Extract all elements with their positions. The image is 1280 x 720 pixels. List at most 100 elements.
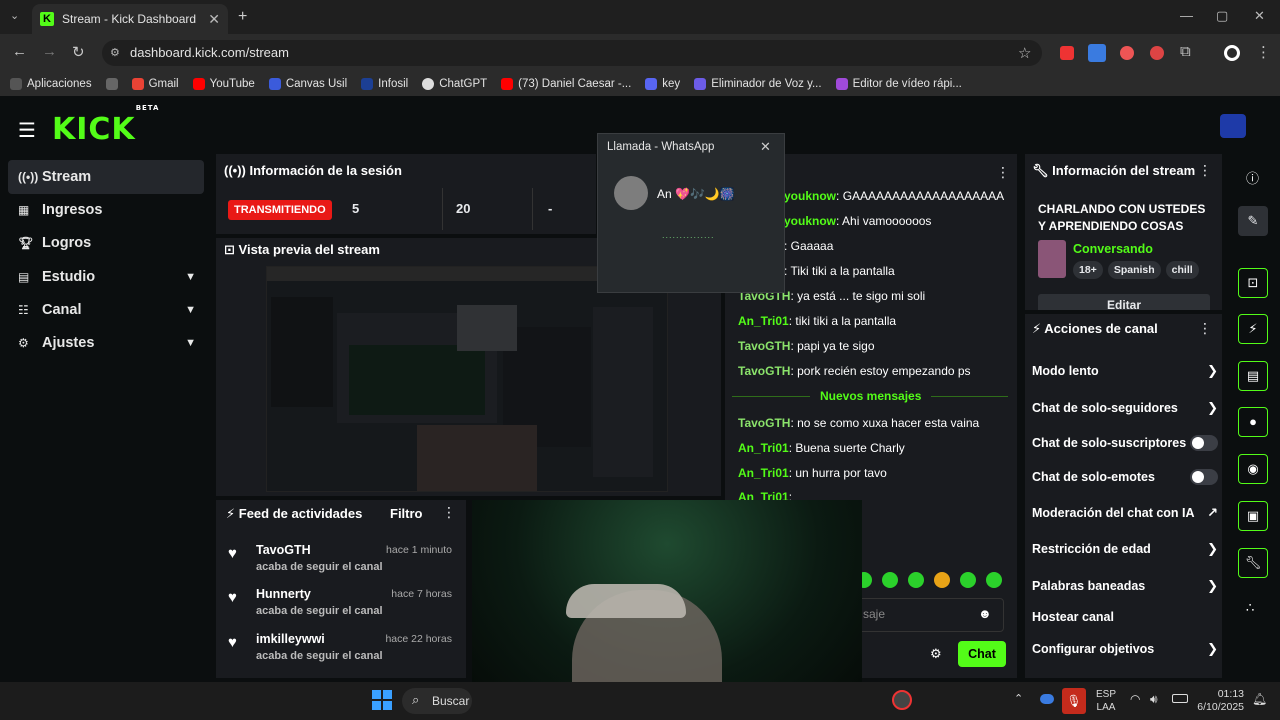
- send-chat-button[interactable]: Chat: [958, 641, 1006, 667]
- wifi-icon[interactable]: ◠: [1130, 692, 1140, 706]
- forward-icon[interactable]: →: [42, 43, 57, 60]
- action-banned-words[interactable]: Palabras baneadas ❯: [1032, 578, 1218, 594]
- heart-icon: ♥: [228, 589, 237, 606]
- browser-tab[interactable]: K Stream - Kick Dashboard ✕: [32, 4, 228, 34]
- edit-stream-button[interactable]: Editar: [1038, 294, 1210, 310]
- flash-icon[interactable]: ⚡︎: [1238, 314, 1268, 344]
- sidebar-item-stream[interactable]: ((•)) Stream: [8, 160, 204, 194]
- infosil-icon: [361, 78, 374, 90]
- emotes-only-toggle[interactable]: [1190, 469, 1218, 485]
- reload-icon[interactable]: ↻: [72, 43, 85, 61]
- action-set-goals[interactable]: Configurar objetivos ❯: [1032, 641, 1218, 657]
- chat-message: youknow: Ahi vamoooooos: [784, 214, 932, 228]
- hamburger-menu-icon[interactable]: ☰: [18, 118, 36, 143]
- bookmarks-bar: Aplicaciones Gmail YouTube Canvas Usil I…: [0, 72, 1280, 96]
- action-slow-mode[interactable]: Modo lento ❯: [1032, 363, 1218, 379]
- category-thumbnail: [1038, 240, 1066, 278]
- broadcast-icon: ((•)): [224, 163, 246, 178]
- back-icon[interactable]: ←: [12, 43, 27, 60]
- action-age-restriction[interactable]: Restricción de edad ❯: [1032, 541, 1218, 557]
- sidebar-item-logros[interactable]: 🏆︎ Logros: [8, 226, 204, 260]
- sidebar-item-canal[interactable]: ☷ Canal ▼: [8, 293, 204, 327]
- stream-info-more-icon[interactable]: ⋮: [1198, 162, 1212, 179]
- bookmark-gmail[interactable]: Gmail: [131, 78, 179, 90]
- chat-more-icon[interactable]: ⋮: [996, 164, 1010, 181]
- user-avatar[interactable]: [1220, 114, 1246, 138]
- close-tab-icon[interactable]: ✕: [208, 11, 220, 28]
- extension-red-icon[interactable]: [1060, 46, 1074, 60]
- emote-icon[interactable]: [934, 572, 950, 588]
- clock[interactable]: 01:13 6/10/2025: [1196, 688, 1244, 714]
- profile-avatar-icon[interactable]: [1224, 45, 1240, 61]
- emote-icon[interactable]: [960, 572, 976, 588]
- broadcast-icon[interactable]: ◉: [1238, 454, 1268, 484]
- extensions-dots-icon[interactable]: ∴: [1246, 600, 1254, 616]
- stream-preview-title: ⊡ Vista previa del stream: [224, 242, 380, 257]
- bookmark-infosil[interactable]: Infosil: [361, 78, 408, 90]
- bookmark-youtube[interactable]: YouTube: [192, 78, 255, 90]
- extensions-puzzle-icon[interactable]: ⧉: [1180, 43, 1191, 60]
- notifications-bell-icon[interactable]: 🔔︎: [1252, 692, 1267, 706]
- emote-icon[interactable]: [986, 572, 1002, 588]
- subscribers-only-toggle[interactable]: [1190, 435, 1218, 451]
- notes-icon[interactable]: ▤: [1238, 361, 1268, 391]
- subs-stat: -: [548, 201, 553, 216]
- bookmark-aplicaciones[interactable]: Aplicaciones: [10, 78, 92, 90]
- stream-preview-video[interactable]: [266, 266, 669, 492]
- chat-bubble-icon[interactable]: ●: [1238, 407, 1268, 437]
- kick-logo[interactable]: KICKBETA: [52, 104, 159, 147]
- bookmark-key[interactable]: key: [645, 78, 680, 90]
- external-link-icon: ↗: [1207, 505, 1218, 520]
- bookmark-grid[interactable]: [105, 78, 118, 90]
- edit-pencil-icon[interactable]: ✎: [1238, 206, 1268, 236]
- onedrive-icon[interactable]: [1040, 694, 1054, 704]
- taskbar-app-icon[interactable]: [892, 690, 912, 710]
- chat-message: TavoGTH: pork recién estoy empezando ps: [738, 364, 971, 378]
- close-icon[interactable]: ✕: [760, 139, 771, 155]
- bookmark-chatgpt[interactable]: ChatGPT: [422, 78, 487, 90]
- minimize-icon[interactable]: —: [1180, 8, 1193, 23]
- layout-icon[interactable]: ▣: [1238, 501, 1268, 531]
- sidebar-item-estudio[interactable]: ▤ Estudio ▼: [8, 260, 204, 294]
- maximize-icon[interactable]: ▢: [1216, 8, 1228, 24]
- sidebar-item-ingresos[interactable]: ▦ Ingresos: [8, 193, 204, 227]
- emote-icon[interactable]: [882, 572, 898, 588]
- emoji-picker-icon[interactable]: ☻: [978, 606, 992, 621]
- bookmark-canvas[interactable]: Canvas Usil: [268, 78, 347, 90]
- bookmark-star-icon[interactable]: ☆: [1018, 44, 1031, 62]
- volume-icon[interactable]: 🔊︎: [1150, 692, 1158, 707]
- category-name[interactable]: Conversando: [1073, 242, 1153, 256]
- bookmark-video-editor[interactable]: Editor de vídeo rápi...: [835, 78, 962, 90]
- extension-record-icon[interactable]: [1150, 46, 1164, 60]
- channel-actions-more-icon[interactable]: ⋮: [1198, 320, 1212, 337]
- chat-settings-icon[interactable]: ⚙: [930, 646, 942, 662]
- address-bar[interactable]: dashboard.kick.com/stream: [102, 40, 1042, 66]
- apps-grid-icon: [10, 78, 22, 90]
- input-language[interactable]: ESP LAA: [1096, 688, 1116, 714]
- bookmark-voice-remover[interactable]: Eliminador de Voz y...: [694, 78, 822, 90]
- sidebar-item-ajustes[interactable]: ⚙ Ajustes ▼: [8, 326, 204, 360]
- new-tab-icon[interactable]: +: [238, 8, 247, 26]
- tray-chevron-icon[interactable]: ⌃: [1014, 692, 1023, 705]
- site-info-icon[interactable]: ⚙: [110, 46, 120, 59]
- action-ai-moderation[interactable]: Moderación del chat con IA ↗: [1032, 505, 1218, 521]
- chevron-right-icon: ❯: [1207, 363, 1218, 378]
- microphone-icon[interactable]: 🎙︎: [1062, 688, 1086, 714]
- extension-off-icon[interactable]: [1088, 44, 1106, 62]
- feed-more-icon[interactable]: ⋮: [442, 504, 456, 521]
- browser-menu-icon[interactable]: ⋮: [1256, 43, 1271, 61]
- windows-start-icon[interactable]: [372, 690, 392, 710]
- wrench-icon[interactable]: 🔧︎: [1238, 548, 1268, 578]
- info-icon[interactable]: ⓘ: [1246, 168, 1259, 187]
- action-host-channel[interactable]: Hostear canal: [1032, 610, 1218, 624]
- bookmark-daniel-caesar[interactable]: (73) Daniel Caesar -...: [501, 78, 631, 90]
- whatsapp-window-title: Llamada - WhatsApp: [607, 141, 715, 153]
- extension-fire-icon[interactable]: [1120, 46, 1134, 60]
- feed-filter-button[interactable]: Filtro: [390, 506, 423, 521]
- action-followers-only[interactable]: Chat de solo-seguidores ❯: [1032, 400, 1218, 416]
- emote-icon[interactable]: [908, 572, 924, 588]
- close-window-icon[interactable]: ✕: [1254, 8, 1265, 24]
- tab-list-icon[interactable]: ⌄: [10, 9, 19, 22]
- battery-icon[interactable]: [1172, 694, 1188, 703]
- raid-icon[interactable]: ⊡: [1238, 268, 1268, 298]
